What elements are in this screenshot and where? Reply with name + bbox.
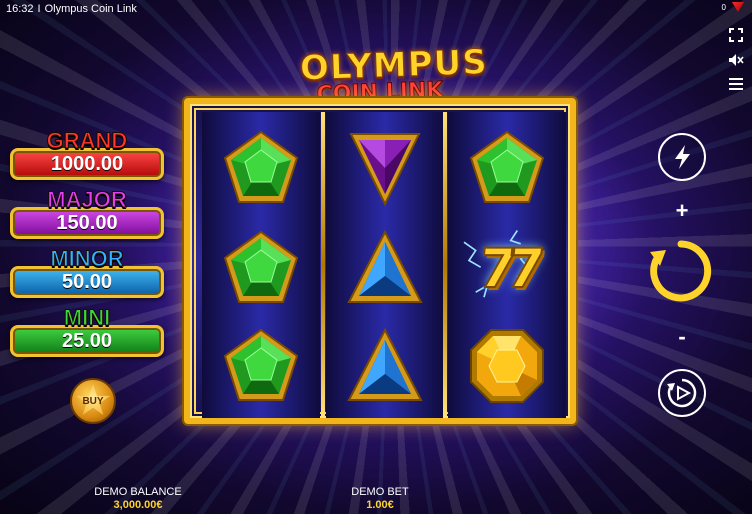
- spin-button[interactable]: [646, 236, 716, 306]
- bet-value: 1.00€: [366, 499, 394, 511]
- reel-2: [326, 112, 444, 418]
- green-gem-icon: [223, 230, 299, 303]
- sound-off-icon[interactable]: [728, 53, 744, 70]
- purple-triangle-icon: [349, 133, 421, 207]
- jackpot-grand: GRAND 1000.00: [8, 128, 166, 186]
- yellow-gem-icon: [470, 329, 544, 403]
- symbol-blue-triangle-gem: [345, 228, 425, 308]
- jackpot-major-label: MAJOR: [47, 187, 127, 213]
- buy-label: BUY: [82, 395, 104, 407]
- reel-divider: [443, 112, 447, 418]
- jackpot-mini-label: MINI: [63, 305, 111, 331]
- blue-triangle-icon: [347, 327, 423, 401]
- jackpot-grand-label: GRAND: [46, 128, 128, 154]
- symbol-green-gem: [221, 326, 301, 406]
- bet-label: DEMO BET: [351, 486, 409, 498]
- brand-area: 0: [722, 2, 744, 12]
- jackpot-minor-label: MINOR: [50, 246, 124, 272]
- reel-3: 77: [448, 112, 566, 418]
- seven-glyph: 77: [475, 236, 539, 301]
- reel-frame: 77: [184, 98, 576, 424]
- buy-feature-button[interactable]: BUY: [70, 378, 116, 424]
- jackpot-major: MAJOR 150.00: [8, 187, 166, 245]
- symbol-yellow-gem: [467, 326, 547, 406]
- symbol-green-gem: [467, 128, 547, 208]
- game-logo: OLYMPUS COIN LINK: [299, 42, 489, 108]
- symbol-green-gem: [221, 128, 301, 208]
- demo-balance: DEMO BALANCE 3,000.00€: [78, 486, 198, 511]
- bet-decrease-button[interactable]: -: [668, 324, 696, 350]
- clock: 16:32: [6, 3, 34, 15]
- green-gem-icon: [223, 328, 299, 401]
- top-bar: 16:32 I Olympus Coin Link: [0, 0, 752, 18]
- game-title: Olympus Coin Link: [44, 3, 137, 15]
- balance-label: DEMO BALANCE: [94, 486, 182, 498]
- bet-increase-button[interactable]: +: [668, 198, 696, 224]
- symbol-blue-triangle-gem: [345, 326, 425, 406]
- spin-icon: [650, 240, 712, 302]
- fullscreen-icon[interactable]: [729, 28, 743, 45]
- green-gem-icon: [469, 130, 545, 203]
- turbo-icon: [675, 145, 690, 169]
- symbol-lucky-seven: 77: [463, 228, 547, 308]
- title-separator: I: [37, 3, 41, 15]
- menu-icon[interactable]: [729, 78, 743, 93]
- reel-1: [202, 112, 320, 418]
- brand-counter: 0: [721, 2, 726, 12]
- symbol-green-gem: [221, 228, 301, 308]
- provider-logo-icon: [732, 2, 744, 12]
- demo-bet: DEMO BET 1.00€: [330, 486, 430, 511]
- turbo-button[interactable]: [658, 133, 706, 181]
- utility-toolbar: [728, 28, 744, 93]
- green-gem-icon: [223, 130, 299, 203]
- reel-divider: [321, 112, 325, 418]
- autoplay-icon: [667, 378, 697, 408]
- balance-value: 3,000.00€: [113, 499, 163, 511]
- jackpot-minor: MINOR 50.00: [8, 246, 166, 304]
- jackpot-mini: MINI 25.00: [8, 305, 166, 363]
- autoplay-button[interactable]: [658, 369, 706, 417]
- jackpot-panel: GRAND 1000.00 MAJOR 150.00 MINOR 50.00 M…: [8, 128, 166, 364]
- symbol-purple-triangle-gem: [345, 128, 425, 208]
- blue-triangle-icon: [347, 229, 423, 303]
